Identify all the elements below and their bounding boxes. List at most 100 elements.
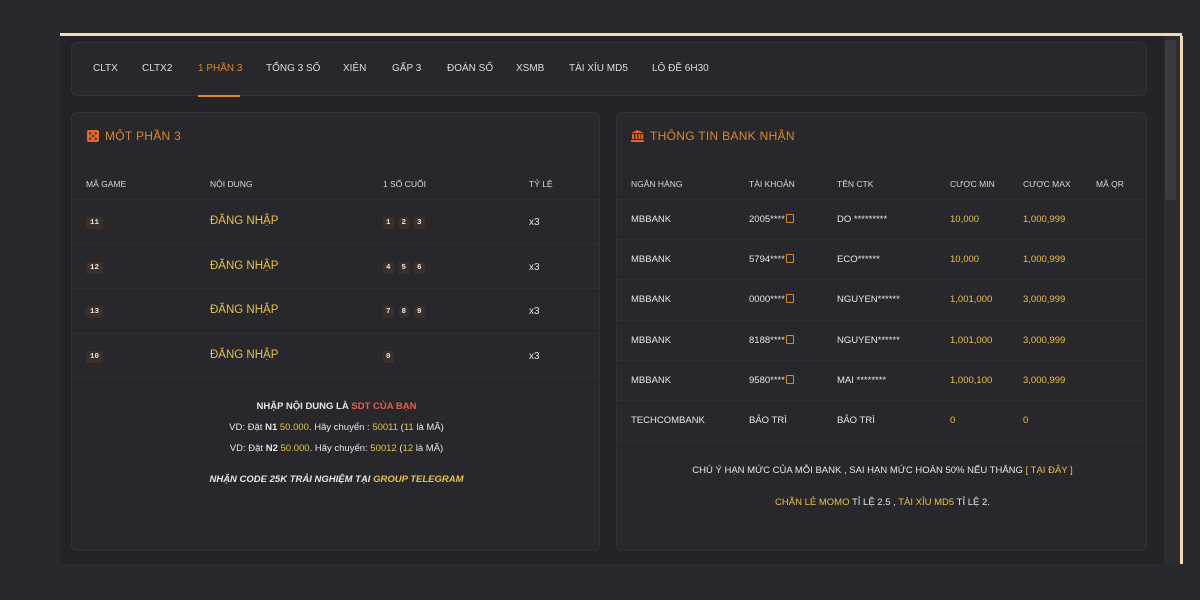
account-holder: DO ********* [837, 214, 888, 225]
row-divider [72, 243, 599, 244]
max-bet: 3,000,999 [1023, 294, 1066, 305]
min-bet: 10,000 [950, 254, 980, 265]
example-game-code: 11 [403, 422, 414, 433]
account-holder: ECO****** [837, 254, 880, 265]
account-holder: BẢO TRÌ [837, 415, 875, 426]
row-divider [617, 320, 1146, 321]
game-panel-title-text: MỘT PHẦN 3 [105, 129, 182, 143]
tab-cltx2[interactable]: CLTX2 [142, 63, 172, 74]
row-divider [617, 360, 1146, 361]
instruction-highlight: SDT CỦA BẠN [351, 401, 417, 412]
promo-text: TỈ LỆ 2. [954, 497, 990, 508]
telegram-group-link[interactable]: GROUP TELEGRAM [373, 474, 463, 485]
bank-name: TECHCOMBANK [631, 415, 705, 426]
max-bet: 1,000,999 [1023, 214, 1066, 225]
account-holder: NGUYEN****** [837, 335, 900, 346]
bank-panel: THÔNG TIN BANK NHẬN NGÂN HÀNG TÀI KHOẢN … [616, 112, 1147, 551]
example-line-1: VD: Đặt N1 50.000. Hãy chuyển : 50011 (1… [72, 422, 601, 433]
tab-tai-xiu-md5[interactable]: TÀI XỈU MD5 [569, 63, 628, 74]
header-ma-game: MÃ GAME [86, 179, 127, 189]
promo-line: NHẬN CODE 25K TRẢI NGHIỆM TẠI GROUP TELE… [72, 474, 601, 485]
rate-promo-note: CHẴN LẺ MOMO TỈ LỆ 2.5 , TÀI XỈU MD5 TỈ … [617, 497, 1148, 508]
row-divider [617, 279, 1146, 280]
login-link[interactable]: ĐĂNG NHẬP [210, 215, 278, 227]
example-text: . Hãy chuyển : [308, 422, 373, 433]
min-bet: 0 [950, 415, 956, 426]
account-text: 9580**** [749, 375, 785, 386]
rate-value: x3 [529, 262, 540, 273]
row-divider [617, 239, 1146, 240]
game-code-badge: 12 [86, 262, 104, 274]
header-ty-le: TỶ LỆ [529, 179, 553, 189]
digit-badge: 7 [383, 306, 394, 318]
game-panel: MỘT PHẦN 3 MÃ GAME NỘI DUNG 1 SỐ CUỐI TỶ… [71, 112, 600, 551]
row-divider [72, 377, 599, 378]
example-code: 50012 [370, 443, 397, 454]
digit-badges: 789 [383, 305, 430, 318]
digit-badges: 0 [383, 350, 399, 363]
digit-badge: 9 [414, 306, 425, 318]
game-tabs-bar: CLTX CLTX2 1 PHẦN 3 TỔNG 3 SỐ XIÊN GẤP 3… [71, 42, 1147, 97]
game-code-badge: 13 [86, 306, 104, 318]
tab-lo-de-6h30[interactable]: LÔ ĐỀ 6H30 [652, 63, 709, 74]
note-link[interactable]: [ TẠI ĐÂY ] [1026, 465, 1073, 476]
bank-name: MBBANK [631, 375, 672, 386]
row-divider [72, 288, 599, 289]
account-number: 0000**** [749, 294, 794, 305]
digit-badge: 0 [383, 351, 394, 363]
account-number: 5794**** [749, 254, 794, 265]
header-tai-khoan: TÀI KHOẢN [749, 179, 795, 189]
copy-icon[interactable] [785, 335, 794, 344]
tab-gap-3[interactable]: GẤP 3 [392, 63, 421, 74]
login-link[interactable]: ĐĂNG NHẬP [210, 260, 278, 272]
account-number: 8188**** [749, 335, 794, 346]
copy-icon[interactable] [785, 214, 794, 223]
digit-badge: 3 [414, 217, 425, 229]
max-bet: 0 [1023, 415, 1029, 426]
copy-icon[interactable] [785, 254, 794, 263]
example-line-2: VD: Đặt N2 50.000. Hãy chuyển: 50012 (12… [72, 443, 601, 454]
row-divider [617, 441, 1146, 442]
scrollbar-thumb[interactable] [1165, 40, 1176, 200]
example-game-code: 12 [402, 443, 414, 454]
tab-1-phan-3[interactable]: 1 PHẦN 3 [198, 63, 242, 74]
instruction-line: NHẬP NỘI DUNG LÀ SDT CỦA BẠN [72, 401, 601, 412]
promo-momo: CHẴN LẺ MOMO [775, 497, 850, 508]
digit-badge: 6 [414, 262, 425, 274]
account-number: 2005**** [749, 214, 794, 225]
copy-icon[interactable] [785, 375, 794, 384]
game-panel-title: MỘT PHẦN 3 [86, 129, 181, 143]
bank-name: MBBANK [631, 335, 672, 346]
bank-limit-note: CHÚ Ý HẠN MỨC CỦA MỖI BANK , SAI HẠN MỨC… [617, 465, 1148, 476]
max-bet: 3,000,999 [1023, 375, 1066, 386]
rate-value: x3 [529, 217, 540, 228]
tab-doan-so[interactable]: ĐOÁN SỐ [447, 63, 493, 74]
promo-text: NHẬN CODE 25K TRẢI NGHIỆM TẠI [209, 474, 374, 485]
account-text: 2005**** [749, 214, 785, 225]
header-noi-dung: NỘI DUNG [210, 179, 253, 189]
rate-value: x3 [529, 351, 540, 362]
digit-badge: 1 [383, 217, 394, 229]
min-bet: 1,000,100 [950, 375, 993, 386]
row-divider [617, 400, 1146, 401]
dice-icon [86, 130, 99, 143]
example-n2: N2 [265, 443, 278, 454]
bank-icon [631, 130, 644, 143]
login-link[interactable]: ĐĂNG NHẬP [210, 349, 278, 361]
account-status: BẢO TRÌ [749, 415, 787, 426]
account-holder: MAI ******** [837, 375, 887, 386]
instruction-text: NHẬP NỘI DUNG LÀ [256, 401, 352, 412]
account-holder: NGUYEN****** [837, 294, 900, 305]
copy-icon[interactable] [785, 294, 794, 303]
tab-xsmb[interactable]: XSMB [516, 63, 544, 74]
example-text: là MÃ) [413, 422, 444, 433]
tab-tong-3-so[interactable]: TỔNG 3 SỐ [266, 63, 320, 74]
tab-cltx[interactable]: CLTX [93, 63, 118, 74]
row-divider [72, 199, 599, 200]
tab-xien[interactable]: XIÊN [343, 63, 366, 74]
digit-badge: 5 [398, 262, 410, 274]
bank-name: MBBANK [631, 214, 672, 225]
example-amount: 50.000 [280, 443, 310, 454]
login-link[interactable]: ĐĂNG NHẬP [210, 304, 278, 316]
example-text: . Hãy chuyển: [309, 443, 371, 454]
